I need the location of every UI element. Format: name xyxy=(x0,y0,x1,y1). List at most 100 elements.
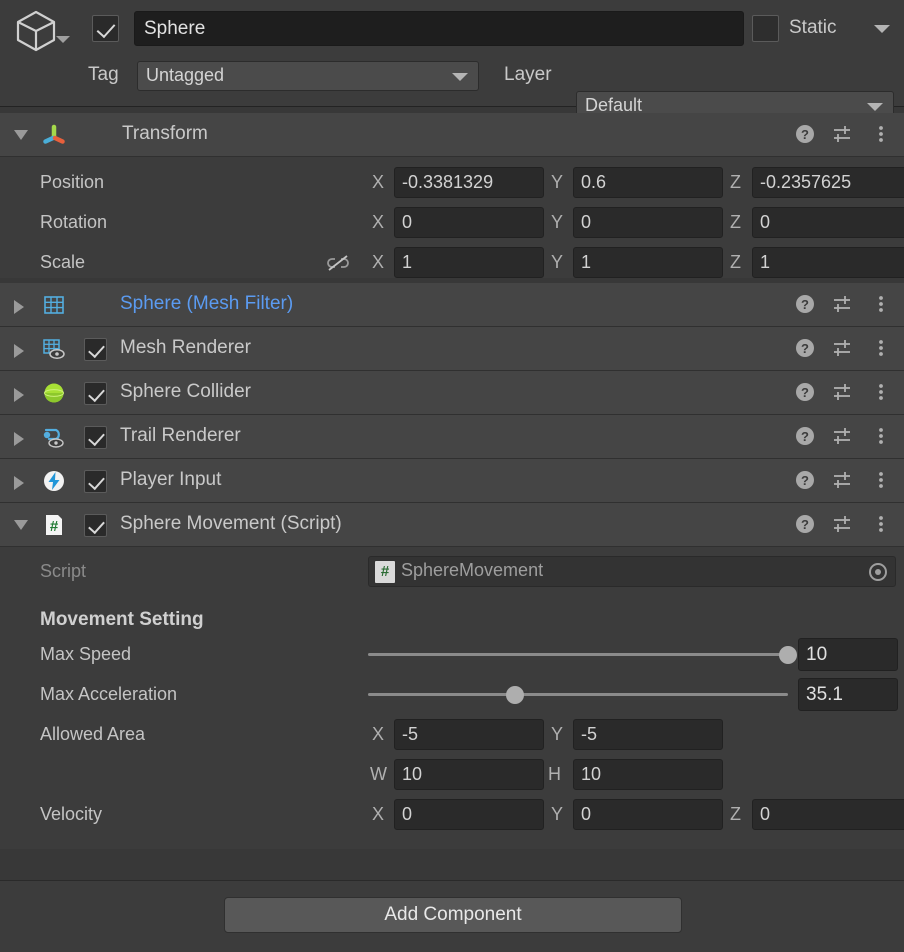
component-enabled-checkbox[interactable] xyxy=(84,426,107,449)
scale-x-input[interactable]: 1 xyxy=(394,247,544,278)
broken-link-icon[interactable] xyxy=(326,253,350,273)
allowed-area-w-input[interactable]: 10 xyxy=(394,759,544,790)
kebab-menu-icon[interactable] xyxy=(870,381,892,403)
preset-icon[interactable] xyxy=(832,123,854,145)
gameobject-enabled-checkbox[interactable] xyxy=(92,15,119,42)
static-dropdown-caret[interactable] xyxy=(874,25,890,33)
allowed-area-y-input[interactable]: -5 xyxy=(573,719,723,750)
add-component-button[interactable]: Add Component xyxy=(224,897,682,933)
preset-icon[interactable] xyxy=(832,293,854,315)
scale-y-input[interactable]: 1 xyxy=(573,247,723,278)
svg-text:#: # xyxy=(50,518,59,535)
sphere-movement-body: Script # SphereMovement Movement Setting… xyxy=(0,547,904,849)
kebab-menu-icon[interactable] xyxy=(870,293,892,315)
foldout-arrow-icon[interactable] xyxy=(14,432,24,446)
help-icon[interactable]: ? xyxy=(794,123,816,145)
axis-label-y: Y xyxy=(551,252,564,272)
allowed-area-row: Allowed Area X -5 Y -5 xyxy=(0,715,904,755)
axis-label-y: Y xyxy=(551,212,564,232)
static-checkbox[interactable] xyxy=(752,15,779,42)
object-picker-icon[interactable] xyxy=(869,563,887,581)
component-title[interactable]: Sphere (Mesh Filter) xyxy=(120,293,293,315)
transform-position-row: Position X -0.3381329 Y 0.6 Z -0.2357625 xyxy=(0,163,904,203)
max-acceleration-slider-track[interactable] xyxy=(368,693,788,696)
max-acceleration-slider-knob[interactable] xyxy=(506,686,524,704)
help-icon[interactable]: ? xyxy=(794,293,816,315)
tag-dropdown[interactable]: Untagged xyxy=(137,61,479,91)
add-component-area: Add Component xyxy=(0,880,904,952)
max-speed-value-input[interactable]: 10 xyxy=(798,638,898,671)
axis-label-w: W xyxy=(370,764,387,784)
foldout-arrow-icon[interactable] xyxy=(14,130,28,140)
kebab-menu-icon[interactable] xyxy=(870,123,892,145)
component-enabled-checkbox[interactable] xyxy=(84,382,107,405)
help-icon[interactable]: ? xyxy=(794,337,816,359)
component-title: Player Input xyxy=(120,469,222,490)
kebab-menu-icon[interactable] xyxy=(870,337,892,359)
foldout-arrow-icon[interactable] xyxy=(14,388,24,402)
velocity-z-input[interactable]: 0 xyxy=(752,799,904,830)
kebab-menu-icon[interactable] xyxy=(870,425,892,447)
allowed-area-x-input[interactable]: -5 xyxy=(394,719,544,750)
component-header-icons: ? xyxy=(794,425,892,447)
script-object-field[interactable]: # SphereMovement xyxy=(368,556,896,587)
transform-gizmo-icon xyxy=(42,123,66,147)
help-icon[interactable]: ? xyxy=(794,425,816,447)
property-label: Max Speed xyxy=(40,644,132,664)
component-header-icons: ? xyxy=(794,513,892,535)
property-label: Rotation xyxy=(40,212,108,232)
component-header-player-input[interactable]: Player Input ? xyxy=(0,459,904,503)
scale-z-input[interactable]: 1 xyxy=(752,247,904,278)
velocity-x-input[interactable]: 0 xyxy=(394,799,544,830)
preset-icon[interactable] xyxy=(832,381,854,403)
kebab-menu-icon[interactable] xyxy=(870,513,892,535)
component-header-icons: ? xyxy=(794,123,892,145)
component-title: Transform xyxy=(122,123,208,144)
component-header-transform[interactable]: Transform ? xyxy=(0,113,904,157)
axis-label-z: Z xyxy=(730,172,741,192)
foldout-arrow-icon[interactable] xyxy=(14,344,24,358)
position-z-input[interactable]: -0.2357625 xyxy=(752,167,904,198)
component-header-mesh-filter[interactable]: Sphere (Mesh Filter) ? xyxy=(0,283,904,327)
rotation-x-input[interactable]: 0 xyxy=(394,207,544,238)
object-icon-dropdown-caret[interactable] xyxy=(56,36,70,43)
foldout-arrow-icon[interactable] xyxy=(14,476,24,490)
rotation-z-input[interactable]: 0 xyxy=(752,207,904,238)
gameobject-name-input[interactable] xyxy=(134,11,744,46)
trail-renderer-icon xyxy=(42,425,66,449)
preset-icon[interactable] xyxy=(832,337,854,359)
script-file-icon: # xyxy=(375,561,395,583)
axis-label-x: X xyxy=(372,252,385,272)
component-enabled-checkbox[interactable] xyxy=(84,514,107,537)
component-header-mesh-renderer[interactable]: Mesh Renderer ? xyxy=(0,327,904,371)
component-header-icons: ? xyxy=(794,293,892,315)
max-speed-slider-track[interactable] xyxy=(368,653,788,656)
svg-text:?: ? xyxy=(801,297,809,312)
component-enabled-checkbox[interactable] xyxy=(84,338,107,361)
position-y-input[interactable]: 0.6 xyxy=(573,167,723,198)
position-x-input[interactable]: -0.3381329 xyxy=(394,167,544,198)
help-icon[interactable]: ? xyxy=(794,513,816,535)
help-icon[interactable]: ? xyxy=(794,381,816,403)
property-label: Max Acceleration xyxy=(40,684,178,704)
max-speed-slider-knob[interactable] xyxy=(779,646,797,664)
kebab-menu-icon[interactable] xyxy=(870,469,892,491)
allowed-area-h-input[interactable]: 10 xyxy=(573,759,723,790)
component-header-trail-renderer[interactable]: Trail Renderer ? xyxy=(0,415,904,459)
property-label: Scale xyxy=(40,252,86,272)
component-enabled-checkbox[interactable] xyxy=(84,470,107,493)
component-header-sphere-movement[interactable]: # Sphere Movement (Script) ? xyxy=(0,503,904,547)
mesh-filter-icon xyxy=(42,293,66,317)
preset-icon[interactable] xyxy=(832,425,854,447)
foldout-arrow-icon[interactable] xyxy=(14,520,28,530)
component-header-sphere-collider[interactable]: Sphere Collider ? xyxy=(0,371,904,415)
velocity-y-input[interactable]: 0 xyxy=(573,799,723,830)
rotation-y-input[interactable]: 0 xyxy=(573,207,723,238)
preset-icon[interactable] xyxy=(832,469,854,491)
static-label: Static xyxy=(789,17,837,38)
help-icon[interactable]: ? xyxy=(794,469,816,491)
preset-icon[interactable] xyxy=(832,513,854,535)
chevron-down-icon xyxy=(452,73,468,81)
foldout-arrow-icon[interactable] xyxy=(14,300,24,314)
max-acceleration-value-input[interactable]: 35.1 xyxy=(798,678,898,711)
